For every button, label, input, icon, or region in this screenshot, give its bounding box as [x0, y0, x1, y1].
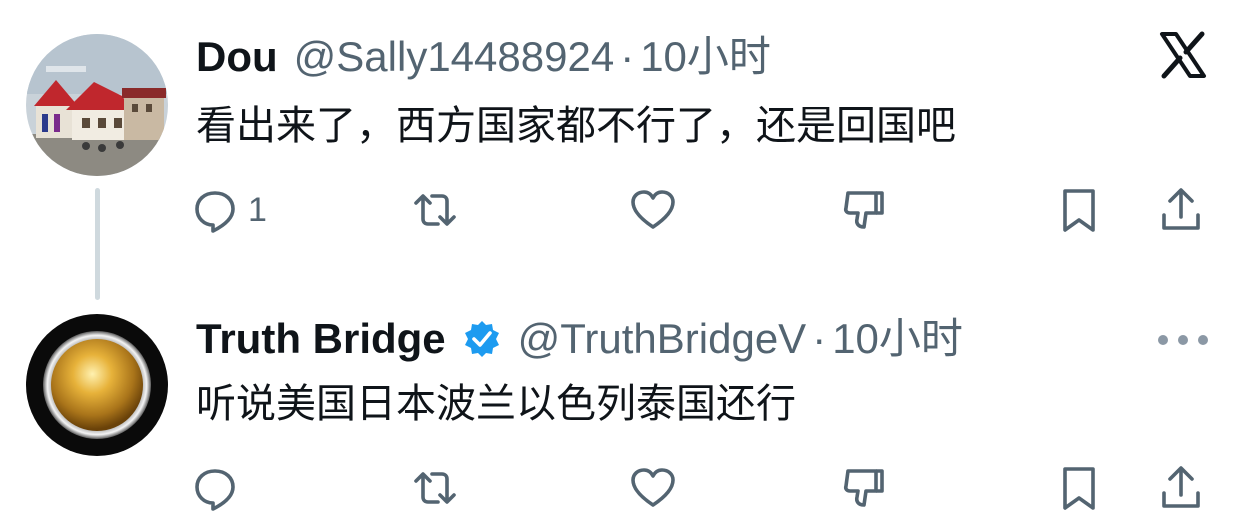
bookmark-icon	[1063, 467, 1095, 510]
tweet-1-header: Dou @Sally14488924 · 10小时	[196, 32, 771, 82]
reply-icon	[195, 191, 235, 233]
thread-line	[95, 188, 100, 300]
user-handle[interactable]: @Sally14488924	[294, 32, 615, 82]
tweet-2-actions	[190, 460, 1220, 516]
user-handle[interactable]: @TruthBridgeV	[518, 314, 807, 364]
more-options-icon[interactable]	[1158, 330, 1208, 350]
bookmark-icon	[1063, 189, 1095, 232]
like-button[interactable]	[628, 182, 678, 238]
tweet-2-header: Truth Bridge @TruthBridgeV · 10小时	[196, 314, 963, 364]
verified-badge-icon[interactable]	[462, 319, 502, 359]
avatar-dou[interactable]	[26, 34, 168, 176]
avatar-truth-bridge[interactable]	[26, 314, 168, 456]
like-button[interactable]	[628, 460, 678, 516]
tweet-1-actions: 1	[190, 182, 1220, 238]
dislike-icon	[843, 469, 884, 507]
like-icon	[631, 190, 675, 229]
avatar-gold-coin-image	[26, 314, 168, 456]
dislike-button[interactable]	[838, 460, 888, 516]
share-button[interactable]	[1156, 460, 1206, 516]
tweet-1-text: 看出来了，西方国家都不行了，还是回国吧	[196, 104, 956, 148]
reply-button[interactable]	[190, 460, 248, 516]
share-icon	[1162, 466, 1200, 508]
separator-dot: ·	[812, 315, 827, 362]
bookmark-button[interactable]	[1054, 460, 1104, 516]
timestamp[interactable]: 10小时	[832, 314, 963, 364]
display-name[interactable]: Dou	[196, 32, 278, 82]
retweet-button[interactable]	[410, 182, 460, 238]
bookmark-button[interactable]	[1054, 182, 1104, 238]
reply-icon	[195, 469, 235, 511]
retweet-icon	[414, 194, 456, 226]
tweet-2-text: 听说美国日本波兰以色列泰国还行	[196, 382, 796, 426]
reply-button[interactable]: 1	[190, 182, 267, 238]
avatar-house-image	[26, 34, 168, 176]
display-name[interactable]: Truth Bridge	[196, 314, 446, 364]
dislike-button[interactable]	[838, 182, 888, 238]
retweet-button[interactable]	[410, 460, 460, 516]
x-logo-icon[interactable]	[1158, 30, 1208, 80]
share-icon	[1162, 188, 1200, 230]
separator-dot: ·	[620, 33, 635, 80]
retweet-icon	[414, 472, 456, 504]
share-button[interactable]	[1156, 182, 1206, 238]
like-icon	[631, 468, 675, 507]
timestamp[interactable]: 10小时	[640, 32, 771, 82]
reply-count: 1	[248, 190, 267, 229]
dislike-icon	[843, 191, 884, 229]
